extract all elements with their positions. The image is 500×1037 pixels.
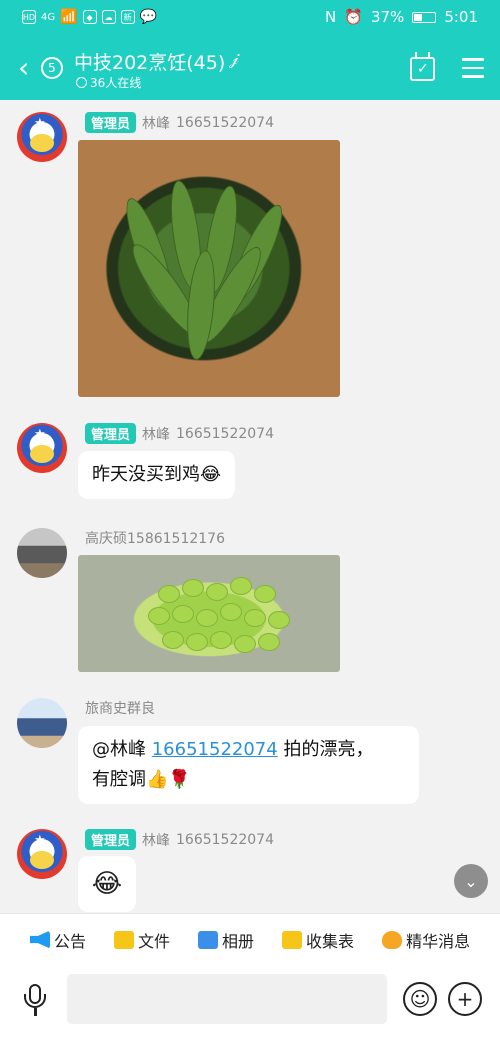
earpiece-mode-icon[interactable]: 𝒿 xyxy=(229,48,239,69)
admin-badge: 管理员 xyxy=(85,829,137,850)
tool-label: 文件 xyxy=(138,931,171,951)
status-bar: HD 4G 📶 ◆ ☁ 新 💬 N ⏰ 37% 5:01 xyxy=(0,0,500,36)
news-icon: 新 xyxy=(120,10,135,24)
message-input[interactable] xyxy=(67,974,387,1024)
sender-phone: 16651522074 xyxy=(176,425,274,442)
microphone-icon[interactable] xyxy=(23,984,47,1016)
plus-icon[interactable]: + xyxy=(448,982,482,1016)
checklist-icon xyxy=(282,930,303,949)
calendar-checkin-icon[interactable]: ✓ xyxy=(410,52,435,81)
group-toolbar: 公告 文件 相册 收集表 精华消息 xyxy=(0,913,500,965)
sender-name[interactable]: 林峰 xyxy=(142,113,170,133)
network-type: 4G xyxy=(41,11,56,23)
battery-icon xyxy=(412,11,437,23)
tool-label: 公告 xyxy=(54,931,87,951)
album-icon xyxy=(198,930,219,949)
chat-header: ‹ 5 中技202烹饪(45) 𝒿 36人在线 ✓ xyxy=(0,36,500,100)
sender-meta: 管理员 林峰 16651522074 xyxy=(85,829,274,850)
admin-badge: 管理员 xyxy=(85,423,137,444)
broad-beans-photo[interactable] xyxy=(78,140,340,397)
cloud-icon: ☁ xyxy=(101,10,116,24)
tool-label: 收集表 xyxy=(306,931,355,951)
message-bubble[interactable]: 昨天没买到鸡😂 xyxy=(78,451,236,499)
tool-label: 相册 xyxy=(222,931,255,951)
phone-link[interactable]: 16651522074 xyxy=(152,739,278,760)
input-bar: ☺ + xyxy=(0,965,500,1037)
online-count[interactable]: 36人在线 xyxy=(76,74,141,91)
status-icons-right: N ⏰ 37% 5:01 xyxy=(325,8,478,26)
tool-announcement[interactable]: 公告 xyxy=(30,928,86,952)
group-title[interactable]: 中技202烹饪(45) xyxy=(74,48,225,75)
admin-badge: 管理员 xyxy=(85,112,137,133)
megaphone-icon xyxy=(30,930,50,949)
battery-percent: 37% xyxy=(370,8,405,26)
sender-phone: 16651522074 xyxy=(176,831,274,848)
sender-name[interactable]: 林峰 xyxy=(142,424,170,444)
emoji-icon[interactable]: ☺ xyxy=(403,982,437,1016)
wechat-icon: 💬 xyxy=(139,9,157,25)
avatar[interactable] xyxy=(17,528,67,578)
back-button[interactable]: ‹ xyxy=(18,54,29,82)
sender-meta: 高庆硕15861512176 xyxy=(85,528,225,548)
avatar[interactable]: ★ xyxy=(17,829,67,879)
sender-name[interactable]: 高庆硕15861512176 xyxy=(85,528,225,548)
sender-name[interactable]: 林峰 xyxy=(142,830,170,850)
mention[interactable]: @林峰 xyxy=(92,739,146,760)
online-icon xyxy=(76,77,87,88)
sender-meta: 管理员 林峰 16651522074 xyxy=(85,112,274,133)
emoji-message[interactable]: 😂 xyxy=(78,856,136,912)
sender-meta: 管理员 林峰 16651522074 xyxy=(85,423,274,444)
alarm-icon: ⏰ xyxy=(344,8,363,26)
clock: 5:01 xyxy=(444,8,478,26)
flame-icon xyxy=(382,930,403,949)
shelled-beans-photo[interactable] xyxy=(78,555,340,672)
scroll-to-bottom-button[interactable]: ⌄ xyxy=(454,864,488,898)
sender-phone: 16651522074 xyxy=(176,114,274,131)
avatar[interactable] xyxy=(17,698,67,748)
tool-files[interactable]: 文件 xyxy=(114,928,170,952)
menu-icon[interactable] xyxy=(462,58,484,78)
tool-highlights[interactable]: 精华消息 xyxy=(382,928,470,952)
unread-count-badge[interactable]: 5 xyxy=(41,57,63,79)
message-text: 有腔调👍🌹 xyxy=(92,769,191,790)
avatar[interactable]: ★ xyxy=(17,112,67,162)
message-text: 拍的漂亮， xyxy=(283,739,374,760)
status-icons-left: HD 4G 📶 ◆ ☁ 新 💬 xyxy=(22,9,157,25)
wifi-icon: 📶 xyxy=(60,9,78,25)
tool-album[interactable]: 相册 xyxy=(198,928,254,952)
app-notification-icon: ◆ xyxy=(82,10,97,24)
online-count-label: 36人在线 xyxy=(90,76,142,90)
nfc-icon: N xyxy=(325,8,337,26)
avatar[interactable]: ★ xyxy=(17,423,67,473)
sender-meta: 旅商史群良 xyxy=(85,698,155,718)
tool-label: 精华消息 xyxy=(406,931,471,951)
tool-collection-form[interactable]: 收集表 xyxy=(282,928,354,952)
message-bubble[interactable]: @林峰 16651522074 拍的漂亮， 有腔调👍🌹 xyxy=(78,726,419,804)
sender-name[interactable]: 旅商史群良 xyxy=(85,698,155,718)
folder-icon xyxy=(114,930,135,949)
hd-icon: HD xyxy=(22,10,36,24)
